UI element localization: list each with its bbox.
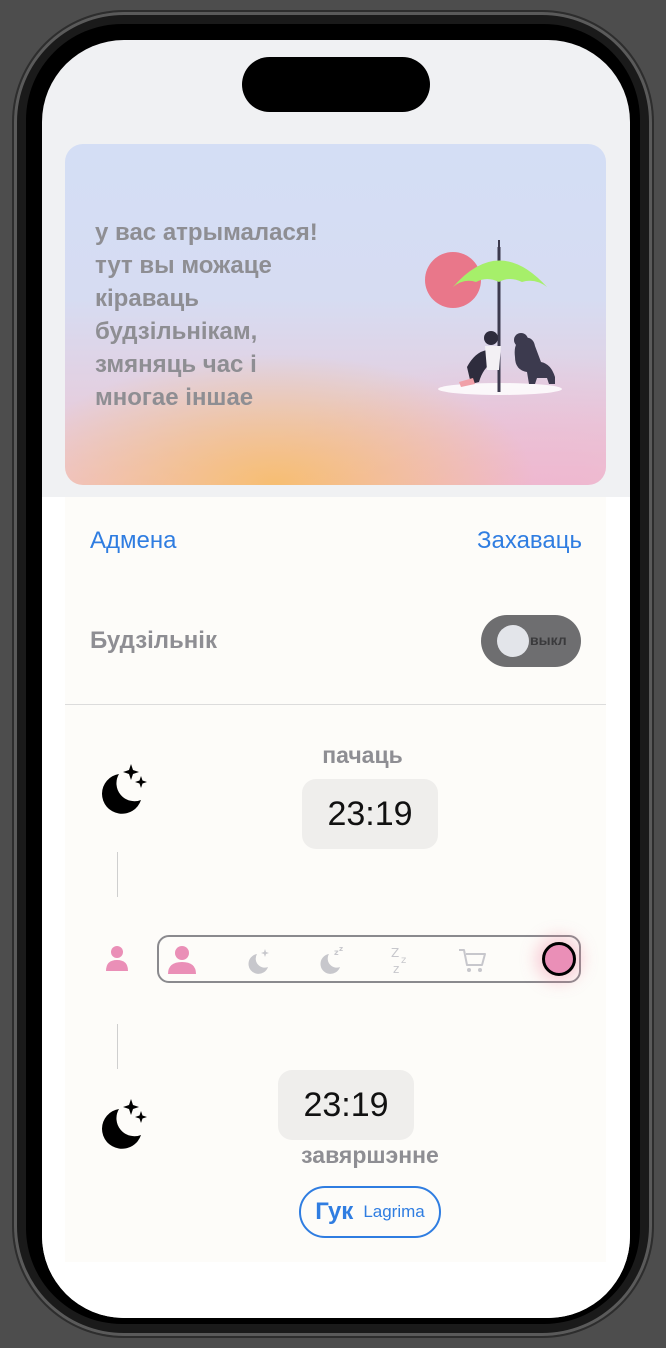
zzz-icon[interactable]: Z z z — [385, 943, 419, 977]
mode-indicator-dot[interactable] — [542, 942, 576, 976]
banner-line: тут вы можаце — [95, 252, 272, 279]
alarm-toggle[interactable]: выкл — [481, 615, 581, 667]
svg-text:Z: Z — [391, 946, 399, 960]
alarm-card: Адмена Захаваць Будзільнік выкл пачаць 2… — [65, 497, 606, 1262]
toggle-state-text: выкл — [530, 632, 567, 648]
moon-stars-icon[interactable] — [241, 943, 275, 977]
banner-line: кіраваць — [95, 285, 199, 312]
moon-stars-icon — [101, 764, 147, 814]
sound-picker-button[interactable]: Гук Lagrima — [299, 1186, 441, 1238]
banner-line: многае іншае — [95, 384, 254, 411]
cancel-button[interactable]: Адмена — [90, 527, 176, 555]
banner-line: у вас атрымалася! — [95, 219, 318, 246]
banner-text: у вас атрымалася! тут вы можаце кіраваць… — [95, 216, 355, 414]
banner-line: будзільнікам, — [95, 318, 258, 345]
beach-umbrella-illustration — [425, 240, 562, 395]
alarm-label: Будзільнік — [90, 627, 217, 654]
screen: у вас атрымалася! тут вы можаце кіраваць… — [42, 40, 630, 1318]
person-icon — [106, 946, 128, 971]
toggle-knob — [497, 625, 529, 657]
start-label: пачаць — [322, 742, 403, 768]
sleep-mode-selector: z z Z z z — [157, 935, 581, 983]
person-icon[interactable] — [165, 943, 199, 977]
success-banner: у вас атрымалася! тут вы можаце кіраваць… — [65, 144, 606, 485]
timeline-connector — [117, 852, 118, 897]
dynamic-island — [242, 57, 430, 112]
sound-value: Lagrima — [363, 1202, 425, 1221]
alarm-sheet: Адмена Захаваць Будзільнік выкл пачаць 2… — [42, 497, 630, 1318]
svg-text:z: z — [393, 962, 399, 976]
sound-key-label: Гук — [315, 1198, 354, 1225]
moon-zz-icon[interactable]: z z — [313, 943, 347, 977]
divider — [65, 704, 606, 705]
start-time-picker[interactable]: 23:19 — [302, 779, 438, 849]
moon-stars-icon — [101, 1099, 147, 1149]
svg-text:z: z — [401, 955, 406, 966]
timeline-connector — [117, 1024, 118, 1069]
cart-icon[interactable] — [455, 943, 489, 977]
svg-text:z: z — [339, 945, 343, 953]
end-label: завяршэнне — [301, 1142, 439, 1168]
end-time-picker[interactable]: 23:19 — [278, 1070, 414, 1140]
banner-line: змяняць час і — [95, 351, 257, 378]
save-button[interactable]: Захаваць — [477, 527, 582, 555]
